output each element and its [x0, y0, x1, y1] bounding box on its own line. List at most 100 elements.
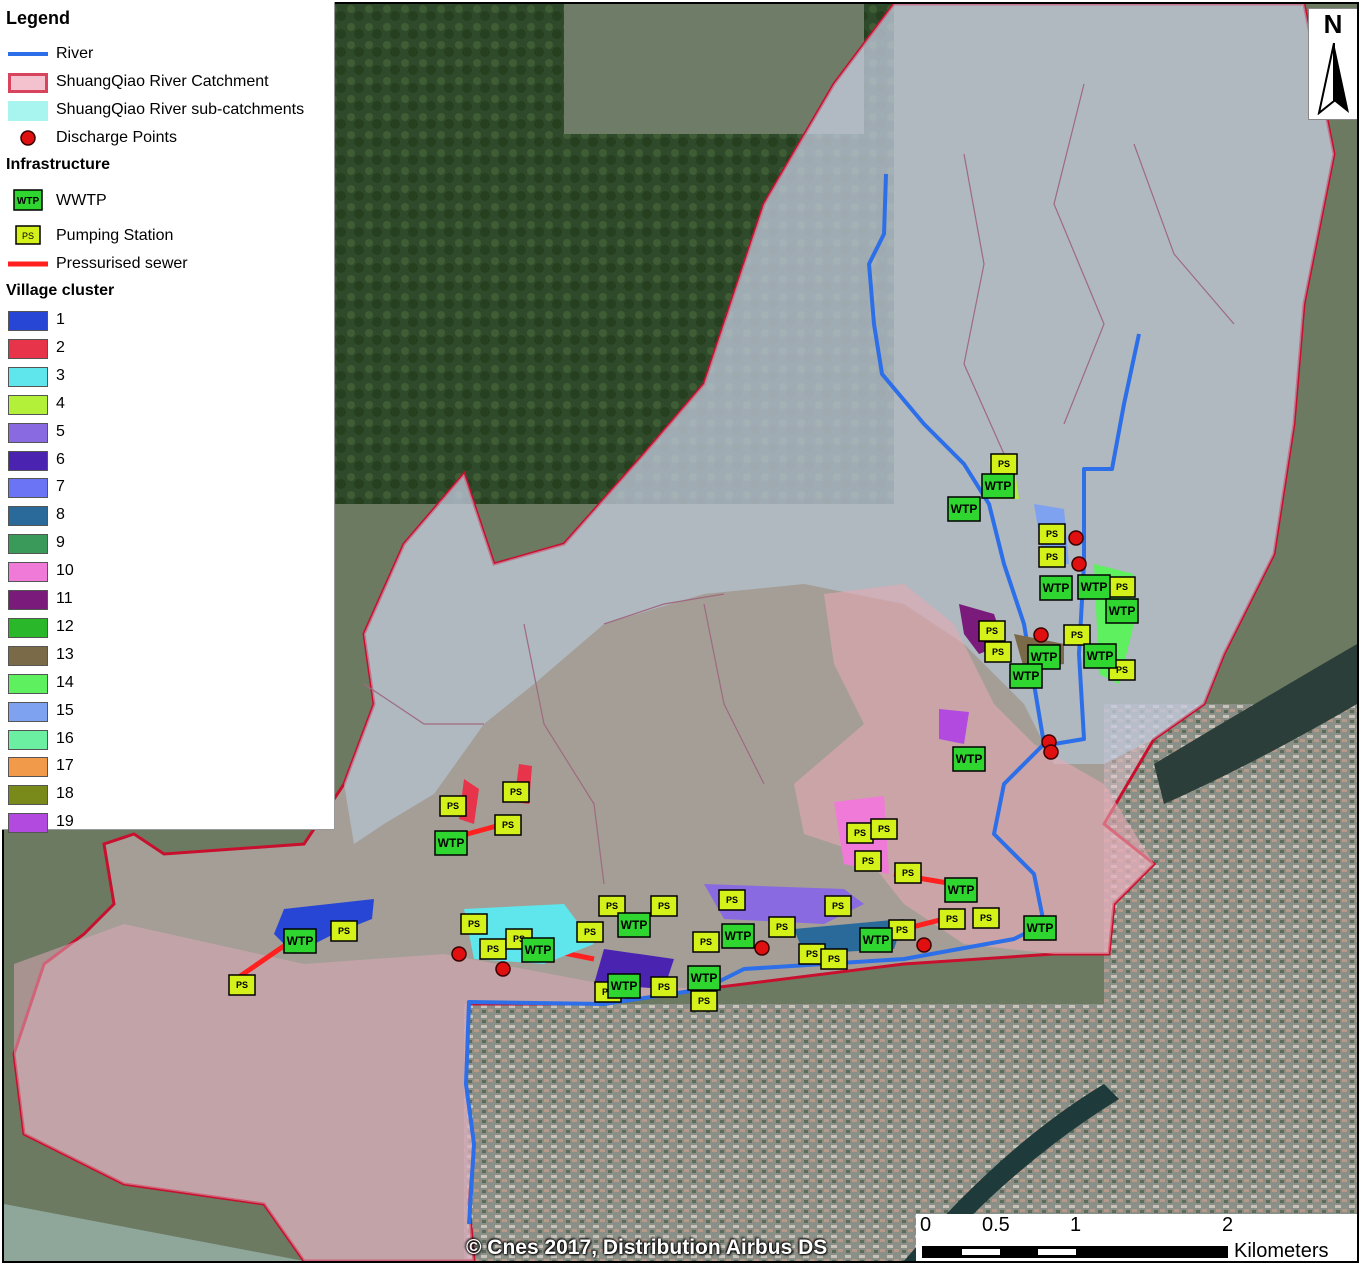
pumping-station-icon: PS [768, 916, 796, 938]
svg-text:WTP: WTP [948, 883, 975, 897]
legend-item-cluster-1: 1 [2, 308, 335, 334]
svg-text:WTP: WTP [725, 929, 752, 943]
legend-label-cluster: 19 [56, 813, 74, 831]
pumping-station-icon: PS [846, 822, 874, 844]
wwtp-icon: WTP [521, 937, 555, 963]
svg-text:PS: PS [658, 901, 670, 911]
north-arrow-icon [1317, 43, 1349, 115]
legend-label-cluster: 8 [56, 506, 65, 524]
legend-item-cluster-8: 8 [2, 503, 335, 529]
legend-item-cluster-17: 17 [2, 754, 335, 780]
legend-item-cluster-9: 9 [2, 531, 335, 557]
legend-label-catchment: ShuangQiao River Catchment [56, 73, 269, 90]
sub-catchment-swatch-icon [8, 101, 48, 121]
wwtp-icon: WTP [687, 965, 721, 991]
svg-text:WTP: WTP [525, 943, 552, 957]
svg-text:PS: PS [1046, 552, 1058, 562]
cluster-swatch-icon [8, 311, 48, 331]
wwtp-icon: WTP [13, 189, 43, 211]
wwtp-icon: WTP [434, 830, 468, 856]
wwtp-icon: WTP [944, 877, 978, 903]
pumping-station-icon: PS [692, 931, 720, 953]
wwtp-icon: WTP [1009, 663, 1043, 689]
svg-text:PS: PS [22, 231, 34, 241]
pumping-station-icon: PS [690, 990, 718, 1012]
pumping-station-icon: PS [984, 641, 1012, 663]
cluster-swatch-icon [8, 338, 48, 359]
legend-label-cluster: 14 [56, 673, 74, 691]
legend-item-cluster-16: 16 [2, 727, 335, 753]
cluster-swatch-icon [8, 813, 48, 834]
legend-item-catchment: ShuangQiao River Catchment [2, 70, 335, 96]
svg-text:PS: PS [236, 980, 248, 990]
wwtp-icon: WTP [617, 912, 651, 938]
scale-label-0-5: 0.5 [982, 1214, 1010, 1236]
cluster-swatch-icon [8, 506, 48, 527]
svg-text:PS: PS [878, 824, 890, 834]
wwtp-icon: WTP [981, 473, 1015, 499]
discharge-point-icon [20, 130, 36, 146]
svg-text:WTP: WTP [985, 479, 1012, 493]
legend-label-cluster: 13 [56, 645, 74, 663]
svg-text:PS: PS [1116, 582, 1128, 592]
wwtp-icon: WTP [283, 928, 317, 954]
cluster-swatch-icon [8, 394, 48, 415]
svg-text:PS: PS [986, 626, 998, 636]
pumping-station-icon: PS [820, 948, 848, 970]
scale-label-0: 0 [920, 1214, 932, 1236]
legend-label-cluster: 7 [56, 478, 65, 496]
legend-item-wwtp: WTP WWTP [2, 186, 335, 218]
svg-text:PS: PS [1046, 529, 1058, 539]
svg-text:PS: PS [1071, 630, 1083, 640]
legend-item-sewer: Pressurised sewer [2, 252, 335, 278]
legend-label-cluster: 5 [56, 422, 65, 440]
legend-item-cluster-19: 19 [2, 810, 335, 836]
cluster-swatch-icon [8, 673, 48, 694]
legend-label-cluster: 16 [56, 729, 74, 747]
urban-east [1104, 704, 1357, 1261]
svg-text:PS: PS [776, 922, 788, 932]
pumping-station-icon: PS [1063, 624, 1091, 646]
legend-item-cluster-15: 15 [2, 699, 335, 725]
legend-item-cluster-6: 6 [2, 448, 335, 474]
cluster-swatch-icon [8, 729, 48, 750]
pumping-station-icon: PS [888, 919, 916, 941]
catchment-swatch-icon [8, 73, 48, 93]
svg-text:WTP: WTP [621, 918, 648, 932]
svg-text:PS: PS [828, 954, 840, 964]
cluster-swatch-icon [8, 478, 48, 499]
pumping-station-icon: PS [479, 938, 507, 960]
pumping-station-icon: PS [1108, 576, 1136, 598]
svg-text:PS: PS [902, 868, 914, 878]
pumping-station-icon: PS [228, 974, 256, 996]
legend-label-cluster: 3 [56, 366, 65, 384]
cluster-swatch-icon [8, 534, 48, 555]
svg-text:PS: PS [862, 856, 874, 866]
svg-text:PS: PS [606, 901, 618, 911]
scale-label-1: 1 [1070, 1214, 1082, 1236]
legend-label-cluster: 12 [56, 617, 74, 635]
cluster-swatch-icon [8, 450, 48, 471]
legend-label-cluster: 15 [56, 701, 74, 719]
svg-text:PS: PS [896, 925, 908, 935]
legend-label-sewer: Pressurised sewer [56, 255, 188, 272]
svg-text:PS: PS [584, 927, 596, 937]
svg-text:WTP: WTP [1031, 650, 1058, 664]
svg-text:WTP: WTP [1109, 604, 1136, 618]
svg-text:WTP: WTP [438, 836, 465, 850]
svg-text:WTP: WTP [287, 934, 314, 948]
svg-text:WTP: WTP [17, 196, 40, 207]
legend-item-discharge: Discharge Points [2, 126, 335, 152]
legend-label-cluster: 4 [56, 394, 65, 412]
legend-panel: Legend River ShuangQiao River Catchment … [2, 2, 335, 834]
wwtp-icon: WTP [947, 496, 981, 522]
sewer-line-icon [8, 261, 48, 267]
cluster-swatch-icon [8, 422, 48, 443]
legend-item-cluster-10: 10 [2, 559, 335, 585]
legend-label-cluster: 6 [56, 450, 65, 468]
svg-text:PS: PS [854, 828, 866, 838]
legend-label-sub-catchments: ShuangQiao River sub-catchments [56, 101, 305, 118]
svg-text:PS: PS [468, 919, 480, 929]
pumping-station-icon: PS [854, 850, 882, 872]
svg-text:WTP: WTP [691, 971, 718, 985]
